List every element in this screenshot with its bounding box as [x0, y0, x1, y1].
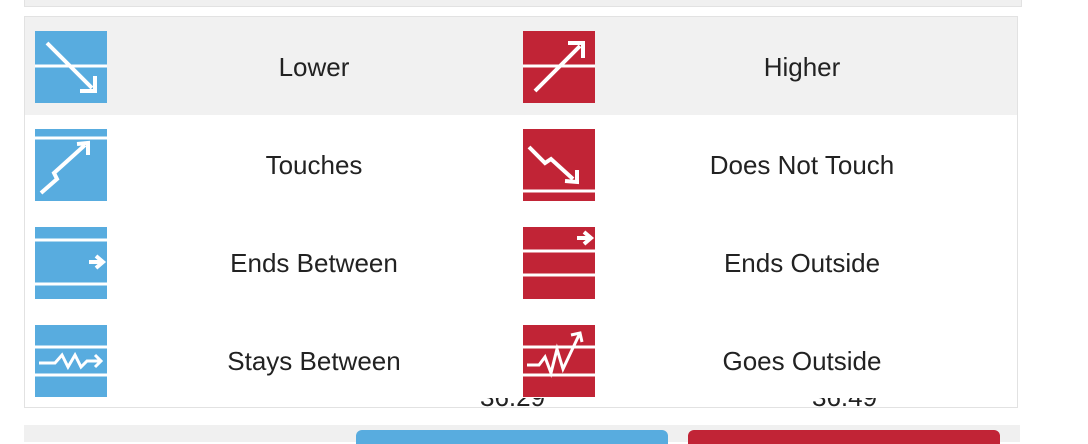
option-does-not-touch[interactable]: Does Not Touch	[513, 115, 1017, 213]
previous-panel-edge	[24, 0, 1022, 7]
stays-between-icon	[35, 325, 107, 397]
ends-outside-icon	[523, 227, 595, 299]
option-goes-outside[interactable]: Goes Outside	[513, 311, 1017, 407]
option-label: Stays Between	[227, 346, 401, 376]
option-label: Higher	[763, 52, 841, 82]
option-row: Touches Does Not Touch	[25, 115, 1017, 213]
option-ends-outside[interactable]: Ends Outside	[513, 213, 1017, 311]
does-not-touch-icon	[523, 129, 595, 201]
goes-outside-icon	[523, 325, 595, 397]
option-stays-between[interactable]: Stays Between	[25, 311, 513, 407]
touches-barrier-icon	[35, 129, 107, 201]
arrow-up-right-icon	[523, 31, 595, 103]
option-row: Ends Between Ends Outside	[25, 213, 1017, 311]
payout-value-left: 36.29	[480, 398, 545, 410]
option-ends-between[interactable]: Ends Between	[25, 213, 513, 311]
option-label: Does Not Touch	[709, 150, 895, 180]
option-row: Lower Higher	[25, 17, 1017, 115]
option-label: Goes Outside	[722, 346, 882, 376]
payout-value-right: 36.49	[812, 398, 877, 410]
option-label: Lower	[278, 52, 350, 82]
option-label: Ends Between	[230, 248, 398, 278]
contract-type-dropdown: Lower Higher Touches Does Not Touch Ends…	[24, 16, 1018, 408]
arrow-down-right-icon	[35, 31, 107, 103]
option-lower[interactable]: Lower	[25, 17, 513, 115]
option-row: Stays Between Goes Outside	[25, 311, 1017, 407]
option-label: Ends Outside	[723, 248, 881, 278]
ends-between-icon	[35, 227, 107, 299]
option-higher[interactable]: Higher	[513, 17, 1017, 115]
option-touches[interactable]: Touches	[25, 115, 513, 213]
option-label: Touches	[265, 150, 363, 180]
